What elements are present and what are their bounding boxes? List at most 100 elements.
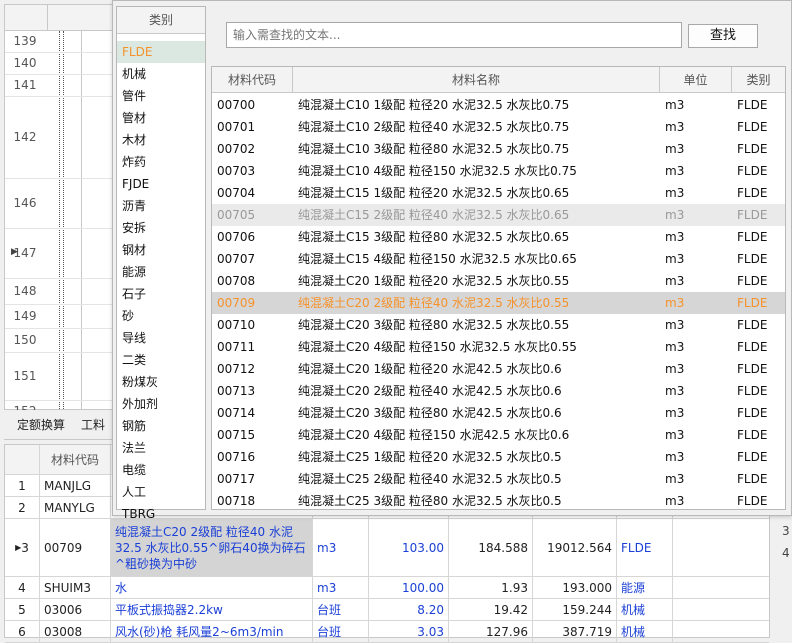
category-item[interactable]: TBRG (117, 503, 205, 525)
category-item[interactable]: 电缆 (117, 459, 205, 481)
category-item[interactable]: 木材 (117, 129, 205, 151)
cell-code: 03006 (40, 599, 111, 620)
category-item[interactable]: 炸药 (117, 151, 205, 173)
category-item[interactable]: 法兰 (117, 437, 205, 459)
material-unit: m3 (665, 318, 685, 332)
material-category: FLDE (737, 98, 768, 112)
material-row[interactable]: 00707 纯混凝土C15 4级配 粒径150 水泥32.5 水灰比0.65 m3 F… (212, 248, 785, 270)
search-input[interactable] (226, 22, 682, 48)
material-category: FLDE (737, 120, 768, 134)
material-unit: m3 (665, 164, 685, 178)
category-item[interactable]: 管材 (117, 107, 205, 129)
material-row[interactable]: 00705 纯混凝土C15 2级配 粒径40 水泥32.5 水灰比0.65 m3 FL… (212, 204, 785, 226)
material-category: FLDE (737, 362, 768, 376)
material-name: 纯混凝土C10 3级配 粒径80 水泥32.5 水灰比0.75 (298, 142, 570, 156)
cell-code: SHUIM3 (40, 577, 111, 598)
category-list: 类别 FLDE 机械 管件 管材 木材 炸药 FJDE 沥青 安拆 钢材 能源 石子砂导线 二类 粉煤灰外… (116, 6, 206, 521)
category-item[interactable]: 外加剂 (117, 393, 205, 415)
category-item[interactable]: 钢材 (117, 239, 205, 261)
code-column-header[interactable]: 材料代码 (212, 67, 293, 93)
category-item[interactable]: 能源 (117, 261, 205, 283)
category-item[interactable]: 砂 (117, 305, 205, 327)
material-name: 纯混凝土C20 1级配 粒径20 水泥42.5 水灰比0.6 (298, 362, 562, 376)
material-row[interactable]: 00703 纯混凝土C10 4级配 粒径150 水泥32.5 水灰比0.75 m3 F… (212, 160, 785, 182)
material-code: 00714 (217, 406, 256, 420)
category-item[interactable]: 沥青 (117, 195, 205, 217)
material-category: FLDE (737, 164, 768, 178)
cell-num: ▶ 3 (5, 519, 40, 576)
name-column-header[interactable]: 材料名称 (293, 67, 660, 93)
row-number: 149 (13, 309, 37, 323)
table-row[interactable]: ▶ 3 00709 纯混凝土C20 2级配 粒径40 水泥32.5 水灰比0.55^… (5, 519, 769, 577)
cell-code: 03008 (40, 621, 111, 642)
cell-code: MANJLG (40, 475, 111, 496)
material-row[interactable]: 00710 纯混凝土C20 3级配 粒径80 水泥32.5 水灰比0.55 m3 FL… (212, 314, 785, 336)
material-row[interactable]: 00702 纯混凝土C10 3级配 粒径80 水泥32.5 水灰比0.75 m3 FL… (212, 138, 785, 160)
material-row[interactable]: 00717 纯混凝土C25 2级配 粒径40 水泥32.5 水灰比0.5 m3 FLD… (212, 468, 785, 490)
material-category: FLDE (737, 340, 768, 354)
material-row[interactable]: 00718 纯混凝土C25 3级配 粒径80 水泥32.5 水灰比0.5 m3 FLD… (212, 490, 785, 509)
row-number: 146 (13, 196, 37, 210)
material-unit: m3 (665, 494, 685, 508)
material-unit: m3 (665, 384, 685, 398)
material-code: 00710 (217, 318, 256, 332)
material-unit: m3 (665, 120, 685, 134)
category-item[interactable]: 安拆 (117, 217, 205, 239)
category-item[interactable]: 石子 (117, 283, 205, 305)
category-item[interactable]: 二类 (117, 349, 205, 371)
material-code: 00707 (217, 252, 256, 266)
table-row[interactable]: 4 SHUIM3 水 m3 100.00 1.93 193.000 能源 (5, 577, 769, 599)
material-row[interactable]: 00711 纯混凝土C20 4级配 粒径150 水泥32.5 水灰比0.55 m3 F… (212, 336, 785, 358)
material-name: 纯混凝土C10 1级配 粒径20 水泥32.5 水灰比0.75 (298, 98, 570, 112)
material-row[interactable]: 00706 纯混凝土C15 3级配 粒径80 水泥32.5 水灰比0.65 m3 FL… (212, 226, 785, 248)
material-name: 纯混凝土C25 3级配 粒径80 水泥32.5 水灰比0.5 (298, 494, 562, 508)
table-row[interactable]: 6 03008 风水(砂)枪 耗风量2~6m3/min 台班 3.03 127.96 387… (5, 621, 769, 643)
material-row[interactable]: 00715 纯混凝土C20 4级配 粒径150 水泥42.5 水灰比0.6 m3 FL… (212, 424, 785, 446)
category-item[interactable]: FLDE (117, 41, 205, 63)
tab-labor-material[interactable]: 工料 (81, 416, 105, 433)
cell-unit: m3 (313, 577, 369, 598)
category-item[interactable]: FJDE (117, 173, 205, 195)
material-category: FLDE (737, 296, 768, 310)
material-code: 00700 (217, 98, 256, 112)
material-row[interactable]: 00704 纯混凝土C15 1级配 粒径20 水泥32.5 水灰比0.65 m3 FL… (212, 182, 785, 204)
background-row: 141 (5, 75, 113, 97)
cell-code: MANYLG (40, 497, 111, 518)
material-row[interactable]: 00700 纯混凝土C10 1级配 粒径20 水泥32.5 水灰比0.75 m3 FL… (212, 94, 785, 116)
tab-quota-conversion[interactable]: 定额换算 (17, 416, 65, 433)
material-category: FLDE (737, 208, 768, 222)
material-row[interactable]: 00712 纯混凝土C20 1级配 粒径20 水泥42.5 水灰比0.6 m3 FLD… (212, 358, 785, 380)
table-row[interactable]: 5 03006 平板式振捣器2.2kw 台班 8.20 19.42 159.244 机械 (5, 599, 769, 621)
category-item[interactable]: 人工 (117, 481, 205, 503)
cell-unit: m3 (313, 519, 369, 576)
category-item[interactable]: 钢筋 (117, 415, 205, 437)
category-item[interactable]: 粉煤灰 (117, 371, 205, 393)
background-row: 140 (5, 53, 113, 75)
material-unit: m3 (665, 98, 685, 112)
material-row[interactable]: 00716 纯混凝土C25 1级配 粒径20 水泥32.5 水灰比0.5 m3 FLD… (212, 446, 785, 468)
material-name: 纯混凝土C20 1级配 粒径20 水泥32.5 水灰比0.55 (298, 274, 570, 288)
material-code: 00718 (217, 494, 256, 508)
row-number: 140 (13, 56, 37, 70)
material-row[interactable]: 00709 纯混凝土C20 2级配 粒径40 水泥32.5 水灰比0.55 m3 FL… (212, 292, 785, 314)
material-code: 00717 (217, 472, 256, 486)
material-name: 纯混凝土C25 1级配 粒径20 水泥32.5 水灰比0.5 (298, 450, 562, 464)
category-item[interactable]: 机械 (117, 63, 205, 85)
material-row[interactable]: 00701 纯混凝土C10 2级配 粒径40 水泥32.5 水灰比0.75 m3 FL… (212, 116, 785, 138)
category-item[interactable]: 管件 (117, 85, 205, 107)
material-row[interactable]: 00714 纯混凝土C20 3级配 粒径80 水泥42.5 水灰比0.6 m3 FLD… (212, 402, 785, 424)
material-category: FLDE (737, 186, 768, 200)
material-unit: m3 (665, 450, 685, 464)
background-row: 142 (5, 97, 113, 179)
material-row[interactable]: 00713 纯混凝土C20 2级配 粒径40 水泥42.5 水灰比0.6 m3 FLD… (212, 380, 785, 402)
category-item[interactable]: 导线 (117, 327, 205, 349)
unit-column-header[interactable]: 单位 (660, 67, 732, 93)
cell-qty: 103.00 (369, 519, 449, 576)
cell-cat: FLDE (617, 519, 673, 576)
search-button[interactable]: 查找 (688, 24, 758, 48)
cell-code: 00709 (40, 519, 111, 576)
category-column-header[interactable]: 类别 (732, 67, 785, 93)
material-code: 00706 (217, 230, 256, 244)
material-code: 00705 (217, 208, 256, 222)
material-row[interactable]: 00708 纯混凝土C20 1级配 粒径20 水泥32.5 水灰比0.55 m3 FL… (212, 270, 785, 292)
